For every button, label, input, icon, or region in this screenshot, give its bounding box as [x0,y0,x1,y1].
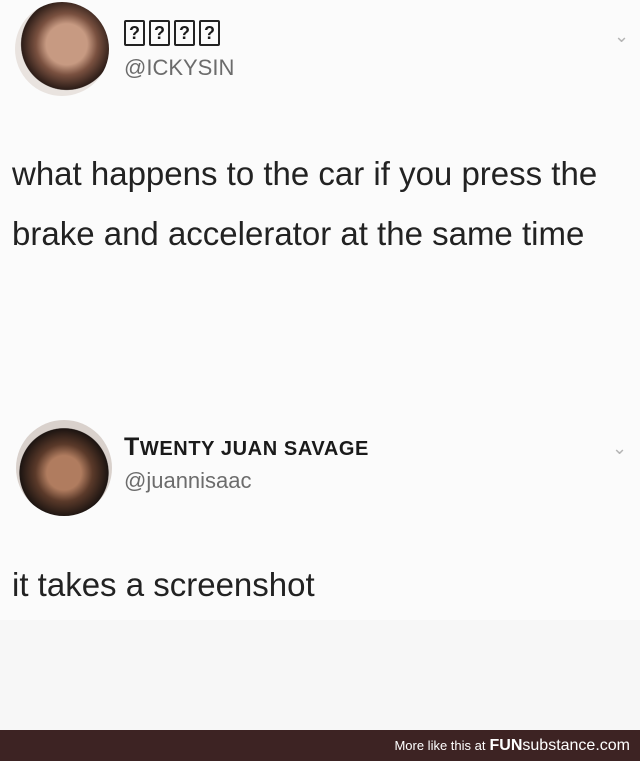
chevron-down-icon[interactable]: ⌄ [612,438,627,459]
display-name-rest: wenty Juan Savage [139,438,369,460]
tweet-text: it takes a screenshot [12,566,315,603]
brand-bold: FUN [489,736,523,754]
brand-rest: substance.com [522,736,630,754]
tweet-original[interactable]: ? ? ? ? @ICKYSIN ⌄ what happens to the c… [0,0,640,410]
display-name-initial: T [124,433,140,461]
tweet-text: what happens to the car if you press the… [12,155,598,252]
display-name[interactable]: ? ? ? ? [124,20,220,46]
user-handle[interactable]: @ICKYSIN [124,55,234,81]
footer-prefix: More like this at [394,738,486,753]
missing-glyph: ? [174,20,195,46]
missing-glyph: ? [199,20,220,46]
tweet-card: ? ? ? ? @ICKYSIN ⌄ what happens to the c… [0,0,640,620]
avatar[interactable] [16,420,112,516]
watermark-footer[interactable]: More like this at FUN substance.com [0,730,640,761]
display-name[interactable]: Twenty Juan Savage [124,433,369,462]
missing-glyph: ? [149,20,170,46]
user-handle[interactable]: @juannisaac [124,468,252,494]
chevron-down-icon[interactable]: ⌄ [614,26,629,47]
avatar[interactable] [15,2,109,96]
missing-glyph: ? [124,20,145,46]
